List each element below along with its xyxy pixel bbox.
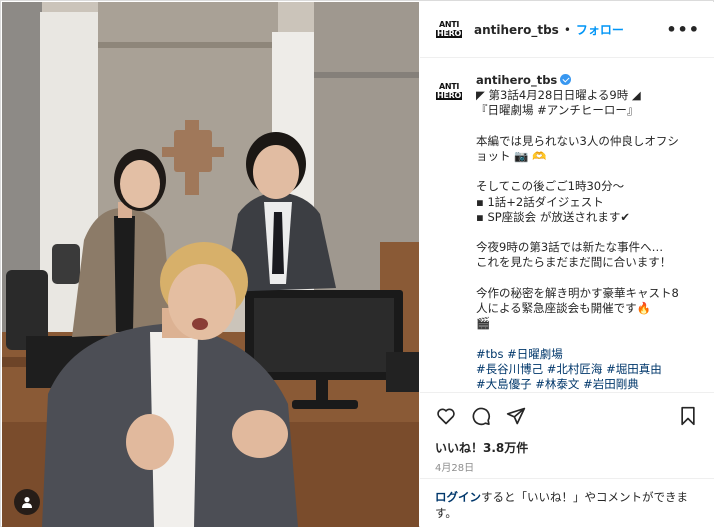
caption-row: ANTI HERO antihero_tbs ◤ 第3話4月28日日曜よる9時 … — [420, 59, 714, 392]
caption-line: ◤ 第3話4月28日日曜よる9時 ◢ — [476, 88, 641, 103]
post-photo[interactable] — [2, 2, 419, 527]
caption-avatar[interactable]: ANTI HERO — [436, 75, 462, 107]
likes-count[interactable]: いいね！3.8万件 — [435, 439, 528, 456]
caption-line: 🎬 — [476, 316, 491, 331]
caption-line: これを見たらまだまだ間に合います！ — [476, 255, 672, 270]
caption-line: 本編では見られない3人の仲良しオフショット 📷 🫶 — [476, 133, 679, 163]
header-username[interactable]: antihero_tbs — [474, 23, 559, 37]
follow-button[interactable]: フォロー — [576, 21, 624, 38]
tagged-users-button[interactable] — [14, 489, 40, 515]
caption-body: antihero_tbs ◤ 第3話4月28日日曜よる9時 ◢ 『日曜劇場 #ア… — [476, 73, 688, 392]
avatar-text-top: ANTI — [438, 81, 460, 91]
comment-icon[interactable] — [469, 404, 493, 428]
caption-line: 『日曜劇場 #アンチヒーロー』 — [476, 103, 688, 118]
avatar[interactable]: ANTI HERO — [436, 14, 462, 46]
post-header: ANTI HERO antihero_tbs • フォロー ••• — [420, 2, 714, 58]
login-prompt: ログインすると「いいね！」やコメントができます。 — [420, 478, 714, 527]
avatar-text-bottom: HERO — [436, 90, 462, 100]
instagram-post-embed: ANTI HERO antihero_tbs • フォロー ••• ANTI H… — [0, 0, 714, 527]
caption-line: そしてこの後ごご1時30分〜 — [476, 179, 625, 194]
post-date[interactable]: 4月28日 — [435, 459, 474, 474]
post-side-panel: ANTI HERO antihero_tbs • フォロー ••• ANTI H… — [420, 2, 714, 527]
hashtag-line[interactable]: #大島優子 #林泰文 #岩田剛典 — [476, 377, 688, 392]
person-icon — [22, 497, 32, 508]
caption-line: ▪ SP座談会 が放送されます✔ — [476, 209, 630, 224]
bookmark-icon[interactable] — [676, 404, 700, 428]
verified-badge-icon — [560, 74, 572, 85]
more-options-button[interactable]: ••• — [666, 20, 700, 39]
hashtag-line[interactable]: #tbs #日曜劇場 — [476, 347, 688, 362]
hashtag-line[interactable]: #長谷川博己 #北村匠海 #堀田真由 — [476, 362, 688, 377]
photo-illustration — [2, 2, 419, 527]
login-link[interactable]: ログイン — [435, 490, 481, 504]
caption-line: ▪ 1話+2話ダイジェスト — [476, 194, 604, 209]
avatar-text-top: ANTI — [438, 20, 460, 29]
action-bar — [420, 392, 714, 438]
caption-area: ANTI HERO antihero_tbs ◤ 第3話4月28日日曜よる9時 … — [420, 59, 714, 392]
share-icon[interactable] — [504, 404, 528, 428]
caption-username[interactable]: antihero_tbs — [476, 73, 557, 87]
caption-line: 今夜9時の第3話では新たな事件へ… — [476, 240, 664, 255]
heart-icon[interactable] — [434, 404, 458, 428]
caption-line: 今作の秘密を解き明かす豪華キャスト8人による緊急座談会も開催です🔥 — [476, 285, 679, 315]
header-separator: • — [563, 22, 571, 37]
avatar-text-bottom: HERO — [436, 29, 462, 38]
caption-text: 『日曜劇場 #アンチヒーロー』 — [476, 103, 639, 118]
